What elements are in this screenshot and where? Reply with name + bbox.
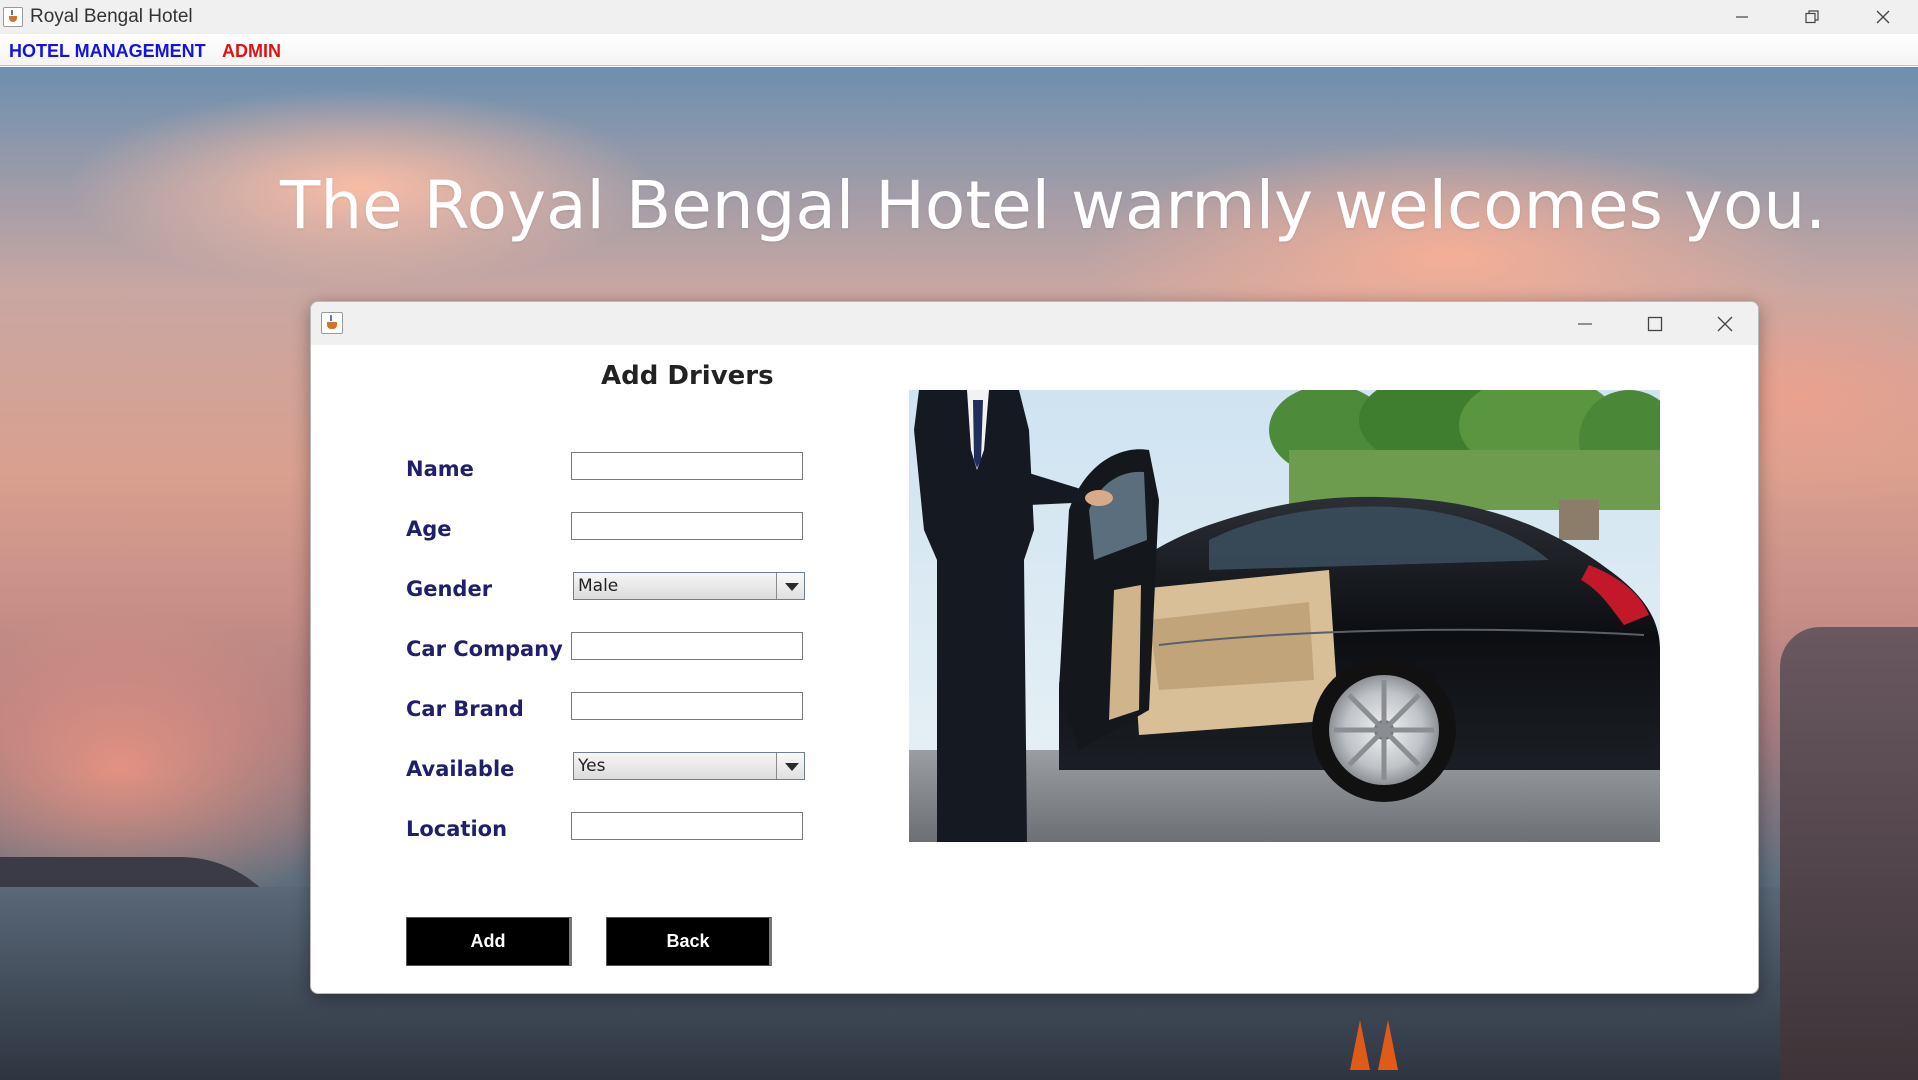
available-dropdown[interactable]: Yes [573,752,805,780]
dialog-minimize-button[interactable] [1550,302,1620,345]
traffic-cone [1350,1020,1370,1070]
back-button[interactable]: Back [606,917,772,966]
chauffeur-car-photo [909,390,1660,842]
traffic-cone [1378,1020,1398,1070]
available-selected-value: Yes [578,756,606,776]
menu-admin[interactable]: ADMIN [222,41,281,62]
java-app-icon [3,7,23,27]
minimize-icon [1736,16,1748,18]
close-button[interactable] [1848,0,1918,34]
maximize-icon [1647,316,1663,331]
add-button[interactable]: Add [406,917,572,966]
dialog-title-bar [311,302,1758,345]
location-label: Location [406,817,508,841]
dialog-maximize-button[interactable] [1620,302,1690,345]
chauffeur-car-illustration [909,390,1660,842]
name-label: Name [406,457,474,481]
location-input[interactable] [571,812,803,840]
chevron-down-icon[interactable] [776,573,804,599]
car-company-label: Car Company [406,637,563,661]
minimize-icon [1578,322,1592,325]
app-title-bar: Royal Bengal Hotel [0,0,1918,34]
welcome-banner: The Royal Bengal Hotel warmly welcomes y… [280,167,1827,244]
name-input[interactable] [571,452,803,480]
close-icon [1876,10,1890,24]
restore-icon [1805,10,1819,24]
menu-bar: HOTEL MANAGEMENT ADMIN [0,34,1918,66]
age-input[interactable] [571,512,803,540]
gender-label: Gender [406,577,493,601]
available-label: Available [406,757,515,781]
minimize-button[interactable] [1707,0,1777,34]
car-brand-label: Car Brand [406,697,524,721]
dialog-heading: Add Drivers [601,361,774,391]
add-drivers-dialog: Add Drivers Name Age Gender Male Car Com… [310,301,1759,994]
car-company-input[interactable] [571,632,803,660]
car-brand-input[interactable] [571,692,803,720]
window-title: Royal Bengal Hotel [30,6,193,27]
java-app-icon [321,312,343,334]
close-icon [1717,316,1733,331]
background-palm-tree [1780,627,1918,1080]
age-label: Age [406,517,452,541]
dialog-close-button[interactable] [1690,302,1758,345]
gender-selected-value: Male [578,576,619,596]
chevron-down-icon[interactable] [776,753,804,779]
menu-hotel-management[interactable]: HOTEL MANAGEMENT [9,41,206,62]
gender-dropdown[interactable]: Male [573,572,805,600]
restore-button[interactable] [1777,0,1847,34]
